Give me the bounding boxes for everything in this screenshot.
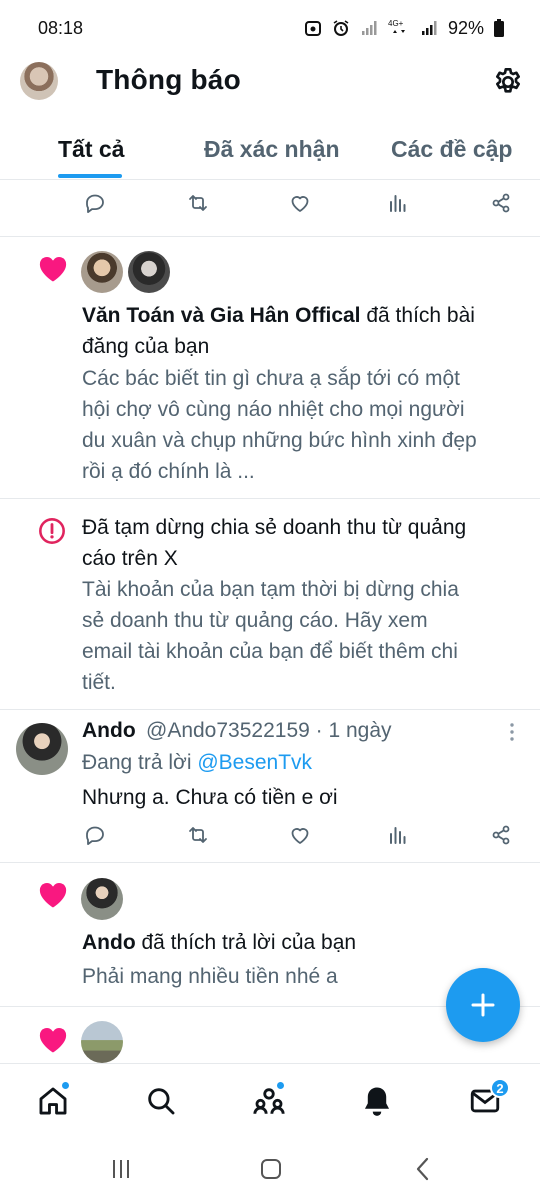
like-reply-name: Ando: [82, 931, 136, 954]
network-4g-icon: 4G+: [388, 19, 405, 33]
like-post-body-line2: hội chợ vô cùng náo nhiệt cho mọi người: [82, 398, 465, 421]
alarm-icon: [333, 20, 349, 36]
divider: [0, 498, 540, 499]
replying-to-label: Đang trả lời: [82, 751, 198, 774]
avatar-ando-small[interactable]: [81, 878, 123, 920]
like-reply-title: Ando đã thích trả lời của bạn: [82, 927, 522, 958]
alert-circle-icon: [39, 518, 65, 544]
plus-icon: [471, 993, 495, 1017]
tab-all[interactable]: Tất cả: [58, 136, 124, 163]
avatar-landscape[interactable]: [81, 1021, 123, 1063]
like-post-title-line2: đăng của bạn: [82, 335, 210, 358]
reply-icon[interactable]: [83, 191, 107, 215]
alert-body-line1: Tài khoản của bạn tạm thời bị dừng chia: [82, 578, 459, 601]
app-header: Thông báo: [0, 56, 540, 110]
divider: [0, 236, 540, 237]
status-icons: 4G+ 92%: [304, 18, 504, 39]
nav-home[interactable]: [36, 1081, 70, 1118]
gear-icon[interactable]: [492, 66, 524, 98]
post-actions: [0, 191, 540, 231]
bell-filled-icon: [364, 1087, 390, 1116]
liker-names: Văn Toán và Gia Hân Offical: [82, 304, 361, 327]
like-post-title-line1: Văn Toán và Gia Hân Offical đã thích bài: [82, 300, 522, 331]
share-icon[interactable]: [489, 191, 513, 215]
repost-icon[interactable]: [186, 823, 210, 847]
more-options-icon[interactable]: [504, 721, 520, 743]
nav-messages[interactable]: 2: [468, 1078, 510, 1118]
active-tab-indicator: [58, 174, 122, 178]
home-unread-dot: [61, 1081, 70, 1090]
status-time: 08:18: [38, 17, 84, 38]
notification-feed[interactable]: Văn Toán và Gia Hân Offical đã thích bài…: [0, 181, 540, 1063]
alert-title-line2: cáo trên X: [82, 547, 178, 570]
replying-to-line: Đang trả lời @BesenTvk: [82, 751, 312, 775]
alert-title-line1: Đã tạm dừng chia sẻ doanh thu từ quảng: [82, 516, 467, 539]
like-reply-action: đã thích trả lời của bạn: [135, 931, 357, 954]
reply-author-handle-time: @Ando73522159 · 1 ngày: [146, 719, 392, 742]
avatar-gia-han[interactable]: [128, 251, 170, 293]
reply-text: Nhưng a. Chưa có tiền e ơi: [82, 786, 338, 809]
status-bar: 08:18 4G+ 92%: [0, 0, 540, 56]
notification-tabs: Tất cả Đã xác nhận Các đề cập: [0, 118, 540, 180]
recent-apps-icon[interactable]: [106, 1155, 136, 1183]
nav-search[interactable]: [144, 1084, 178, 1118]
compose-button[interactable]: [446, 968, 520, 1042]
like-icon[interactable]: [288, 191, 312, 215]
alert-body-line3: email tài khoản của bạn để biết thêm chi: [82, 640, 458, 663]
reply-actions: [0, 823, 540, 863]
home-button-icon[interactable]: [256, 1155, 286, 1183]
bottom-nav: 2: [0, 1063, 540, 1137]
tab-verified[interactable]: Đã xác nhận: [204, 136, 340, 163]
page-title: Thông báo: [96, 64, 241, 95]
avatar-ando[interactable]: [16, 723, 68, 775]
communities-unread-dot: [276, 1081, 285, 1090]
views-icon[interactable]: [386, 191, 410, 215]
like-post-body-line4: rồi ạ đó chính là ...: [82, 460, 255, 483]
reply-icon[interactable]: [83, 823, 107, 847]
nav-notifications[interactable]: [360, 1084, 394, 1118]
profile-avatar[interactable]: [20, 62, 58, 100]
replying-to-mention[interactable]: @BesenTvk: [197, 751, 312, 774]
back-icon[interactable]: [408, 1155, 438, 1183]
heart-filled-icon: [39, 256, 67, 282]
like-action-text: đã thích bài: [360, 304, 475, 327]
divider: [0, 709, 540, 710]
divider: [0, 862, 540, 863]
heart-filled-icon: [39, 882, 67, 908]
alert-body-line4: tiết.: [82, 671, 116, 694]
notification-app-icon: [304, 21, 321, 36]
tab-mentions[interactable]: Các đề cập: [391, 136, 512, 163]
network-label: 4G+: [388, 19, 404, 28]
like-post-body-line1: Các bác biết tin gì chưa ạ sắp tới có mộ…: [82, 367, 461, 390]
signal-icon: [361, 21, 377, 35]
signal-icon-2: [421, 21, 437, 35]
views-icon[interactable]: [386, 823, 410, 847]
reply-author-name[interactable]: Ando: [82, 719, 136, 743]
system-navigation-bar: [0, 1137, 540, 1200]
like-post-body-line3: du xuân và chụp những bức hình xinh đẹp: [82, 429, 477, 452]
battery-icon: [494, 19, 504, 37]
avatar-van-toan[interactable]: [81, 251, 123, 293]
repost-icon[interactable]: [186, 191, 210, 215]
heart-filled-icon: [39, 1027, 67, 1053]
battery-percent: 92%: [447, 17, 484, 38]
messages-badge: 2: [490, 1078, 510, 1098]
like-icon[interactable]: [288, 823, 312, 847]
alert-body-line2: sẻ doanh thu từ quảng cáo. Hãy xem: [82, 609, 428, 632]
share-icon[interactable]: [489, 823, 513, 847]
search-icon: [148, 1088, 175, 1115]
nav-communities[interactable]: [252, 1081, 286, 1118]
